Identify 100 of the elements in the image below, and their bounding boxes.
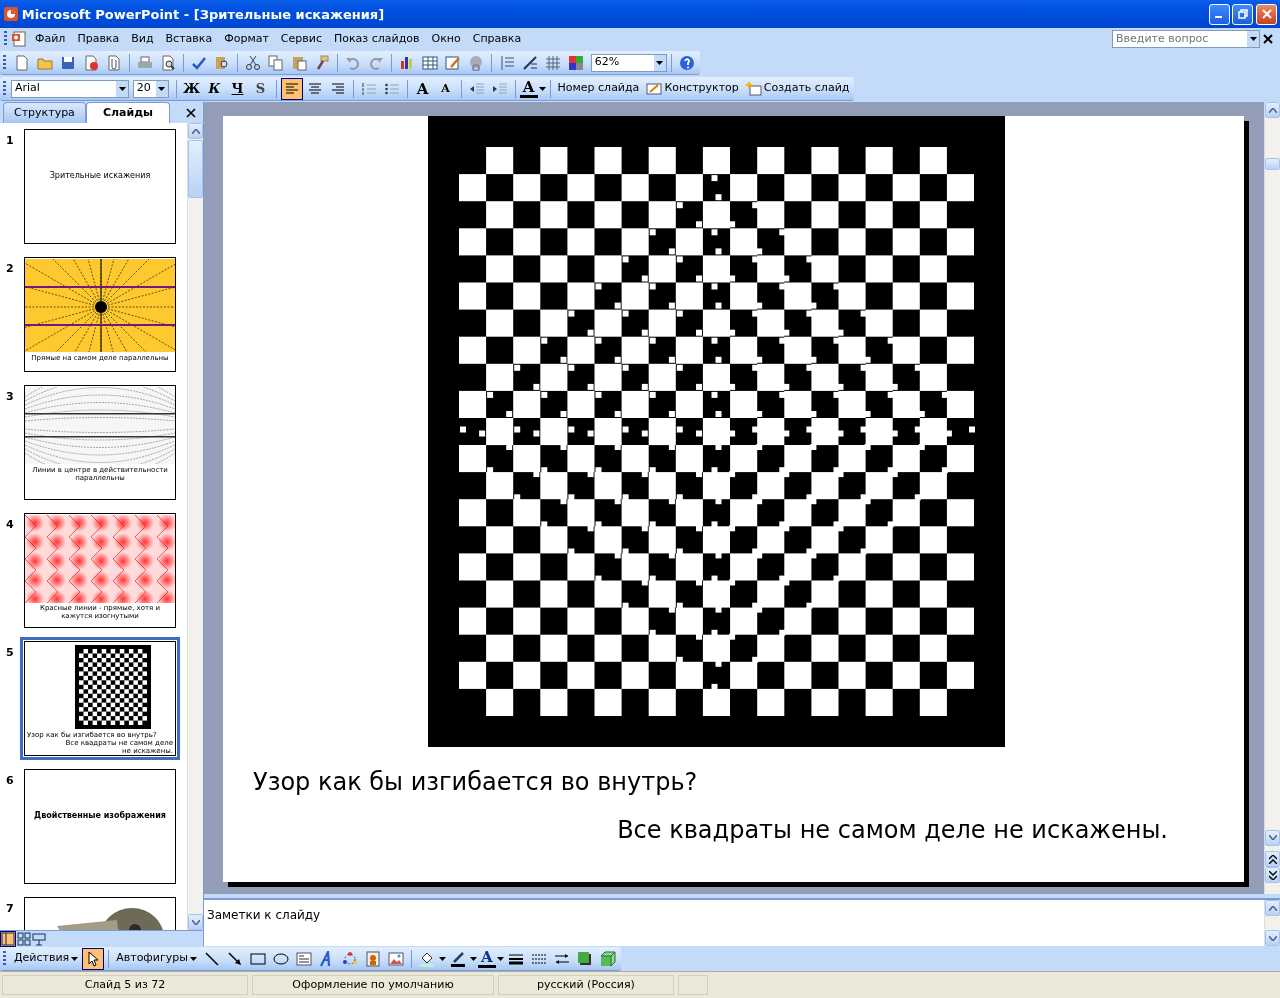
new-slide-icon[interactable] [745, 80, 762, 97]
diagram-icon[interactable] [341, 950, 358, 967]
arrow-icon[interactable] [226, 950, 243, 967]
app-icon [3, 6, 19, 22]
permission-icon[interactable] [83, 54, 99, 71]
help-icon[interactable] [678, 54, 695, 71]
help-search-field[interactable]: Введите вопрос [1112, 30, 1260, 48]
caret-icon[interactable] [438, 956, 446, 961]
slide-number: 3 [6, 389, 15, 405]
status-text: Слайд 5 из 72 [2, 975, 248, 995]
align-left-icon[interactable] [283, 80, 300, 97]
decrease-indent-icon[interactable] [468, 80, 485, 97]
status-panel [678, 975, 708, 995]
scroll-up-button[interactable] [1265, 900, 1280, 916]
menu-item[interactable]: Формат [218, 29, 275, 49]
table-icon[interactable] [422, 54, 438, 71]
attachment-icon[interactable] [106, 54, 122, 71]
slideshow-icon[interactable] [32, 931, 46, 946]
cut-icon[interactable] [245, 54, 261, 71]
print-preview-icon[interactable] [160, 54, 176, 71]
tables-borders-icon[interactable] [445, 54, 461, 71]
caret-icon[interactable] [1249, 37, 1257, 41]
actions-menu[interactable]: Действия [11, 950, 82, 967]
shadow-style-icon[interactable] [576, 950, 593, 967]
caret-icon[interactable] [158, 86, 166, 91]
caret-icon[interactable] [469, 956, 477, 961]
slide-sorter-icon[interactable] [17, 931, 31, 946]
font-size-combo[interactable]: 20 [132, 79, 169, 98]
slide-number: 5 [6, 645, 15, 661]
line-icon[interactable] [203, 950, 220, 967]
pane-tab[interactable]: Слайды [85, 101, 170, 123]
slide-text: Узор как бы изгибается во внутрь? [252, 767, 699, 797]
rectangle-icon[interactable] [249, 950, 266, 967]
save-icon[interactable] [60, 54, 76, 71]
autoshapes-menu[interactable]: Автофигуры [113, 950, 200, 967]
oval-icon[interactable] [272, 950, 289, 967]
menu-item[interactable]: Вставка [159, 29, 219, 49]
scroll-up-button[interactable] [1265, 102, 1280, 118]
new-document-icon[interactable] [14, 54, 30, 71]
show-formatting-icon[interactable] [522, 54, 538, 71]
pane-tab[interactable]: Структура [3, 101, 86, 123]
caret-icon[interactable] [118, 86, 126, 91]
format-painter-icon[interactable] [314, 54, 330, 71]
grid-icon[interactable] [545, 54, 561, 71]
design-button[interactable]: Конструктор [643, 80, 742, 97]
caret-icon[interactable] [538, 86, 546, 91]
caret-icon[interactable] [189, 956, 197, 961]
paste-icon[interactable] [291, 54, 307, 71]
font-color-button[interactable]: A [477, 949, 496, 968]
color-grayscale-icon[interactable] [568, 54, 584, 71]
design-icon[interactable] [646, 80, 663, 97]
scroll-down-button[interactable] [1265, 930, 1280, 946]
underline-button[interactable]: Ч [226, 81, 249, 96]
menu-item[interactable]: Окно [425, 29, 467, 49]
zoom-combo[interactable]: 62% [590, 53, 667, 72]
scroll-down-button[interactable] [1265, 829, 1280, 846]
slide-text: Все квадраты не самом деле не искажены. [616, 815, 1169, 845]
increase-font-button[interactable]: A [411, 79, 434, 98]
decrease-font-button[interactable]: A [434, 82, 457, 95]
bold-button[interactable]: Ж [180, 81, 203, 96]
expand-icon[interactable] [499, 54, 515, 71]
increase-indent-icon[interactable] [491, 80, 508, 97]
caret-icon[interactable] [496, 956, 504, 961]
menu-item[interactable]: Справка [466, 29, 528, 49]
normal-view-icon[interactable] [1, 931, 15, 946]
caret-icon[interactable] [71, 956, 79, 961]
3d-style-icon[interactable] [599, 950, 616, 967]
numbering-icon[interactable] [360, 80, 377, 97]
slide-number: 1 [6, 133, 15, 149]
chart-icon[interactable] [399, 54, 415, 71]
text-box-icon[interactable] [295, 950, 312, 967]
menu-item[interactable]: Файл [29, 29, 72, 49]
align-center-icon[interactable] [306, 80, 323, 97]
scroll-up-button[interactable] [188, 123, 203, 139]
shadow-button[interactable]: S [249, 81, 272, 96]
menu-item[interactable]: Показ слайдов [327, 29, 426, 49]
line-color-icon[interactable] [449, 950, 466, 967]
copy-icon[interactable] [268, 54, 284, 71]
font-color-button[interactable]: A [519, 79, 538, 98]
font-combo[interactable]: Arial [11, 79, 129, 98]
menu-item[interactable]: Правка [71, 29, 126, 49]
picture-icon[interactable] [387, 950, 404, 967]
menu-item[interactable]: Сервис [274, 29, 328, 49]
italic-button[interactable]: К [203, 81, 226, 96]
document-icon[interactable] [11, 31, 29, 47]
fill-color-icon[interactable] [418, 950, 435, 967]
scroll-down-button[interactable] [188, 914, 203, 930]
thumbnail-title: Двойственные изображения [33, 810, 167, 822]
clip-art-icon[interactable] [364, 950, 381, 967]
notes-text: Заметки к слайду [206, 907, 322, 924]
slide-number-button[interactable]: Номер слайда [554, 80, 643, 97]
zoom-value: 62% [594, 54, 620, 71]
scroll-thumb[interactable] [188, 140, 203, 198]
close-icon[interactable] [185, 107, 197, 119]
scroll-thumb[interactable] [1265, 158, 1280, 170]
menu-item[interactable]: Вид [125, 29, 160, 49]
caret-icon[interactable] [656, 60, 664, 65]
window-title: Microsoft PowerPoint - [Зрительные искажения] [21, 6, 386, 22]
align-right-icon[interactable] [329, 80, 346, 97]
new-slide-button[interactable]: Создать слайд [742, 80, 853, 97]
